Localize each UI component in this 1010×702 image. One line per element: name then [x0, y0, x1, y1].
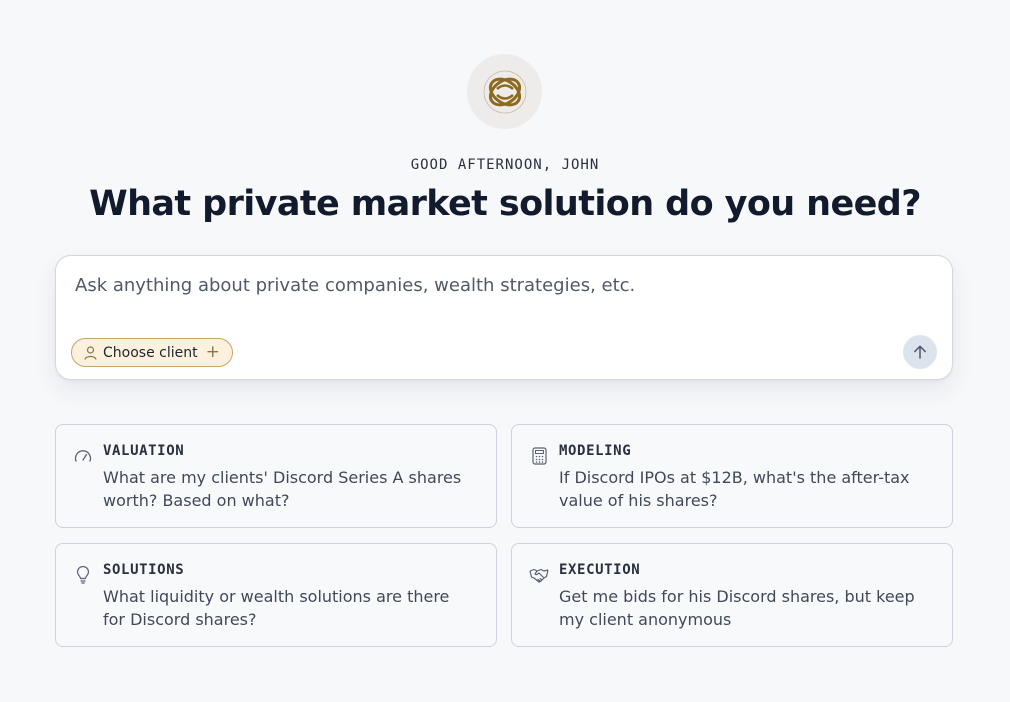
card-question: What are my clients' Discord Series A sh… — [103, 468, 462, 510]
prompt-composer: Choose client + — [55, 255, 953, 380]
card-category: SOLUTIONS — [103, 562, 185, 578]
send-button[interactable] — [903, 335, 937, 369]
choose-client-label: Choose client — [103, 344, 198, 361]
page-title: What private market solution do you need… — [89, 184, 921, 224]
suggestion-card-execution[interactable]: EXECUTION Get me bids for his Discord sh… — [511, 543, 953, 647]
interlocking-rings-icon — [483, 70, 526, 113]
calculator-icon — [529, 446, 549, 466]
suggestion-card-modeling[interactable]: MODELING If Discord IPOs at $12B, what's… — [511, 424, 953, 528]
card-category: MODELING — [559, 443, 632, 459]
prompt-input[interactable] — [75, 270, 915, 300]
arrow-up-icon — [914, 345, 926, 359]
handshake-icon — [529, 565, 549, 585]
card-question: What liquidity or wealth solutions are t… — [103, 587, 450, 629]
gauge-icon — [73, 446, 93, 466]
home-screen: GOOD AFTERNOON, JOHN What private market… — [0, 0, 1010, 702]
suggestion-card-valuation[interactable]: VALUATION What are my clients' Discord S… — [55, 424, 497, 528]
plus-icon: + — [205, 342, 220, 362]
choose-client-button[interactable]: Choose client + — [71, 338, 233, 367]
card-question: Get me bids for his Discord shares, but … — [559, 587, 915, 629]
suggestion-card-solutions[interactable]: SOLUTIONS What liquidity or wealth solut… — [55, 543, 497, 647]
card-question: If Discord IPOs at $12B, what's the afte… — [559, 468, 910, 510]
card-category: VALUATION — [103, 443, 185, 459]
greeting: GOOD AFTERNOON, JOHN — [410, 157, 600, 173]
brand-logo — [467, 54, 542, 129]
card-category: EXECUTION — [559, 562, 641, 578]
lightbulb-icon — [73, 565, 93, 585]
person-icon — [84, 345, 97, 360]
